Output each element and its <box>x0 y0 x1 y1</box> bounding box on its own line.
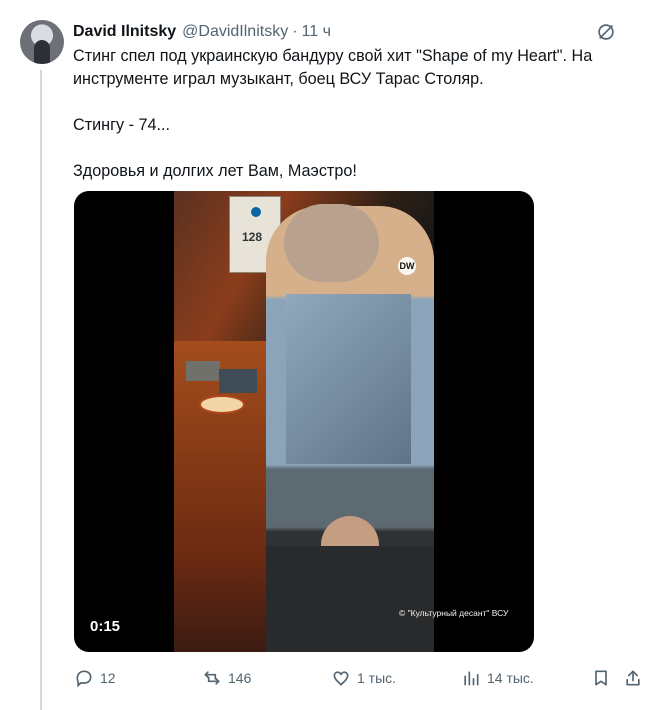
video-frame: 128 DW © "Культурный десант" ВСУ <box>174 191 508 652</box>
video-duration: 0:15 <box>90 618 121 635</box>
tweet-text: Стинг спел под украинскую бандуру свой х… <box>73 47 593 180</box>
author-handle[interactable]: @DavidIlnitsky <box>182 23 288 41</box>
views-count: 14 тыс. <box>487 670 534 686</box>
video-credit: © "Культурный десант" ВСУ <box>399 608 509 618</box>
grok-icon[interactable] <box>595 21 617 43</box>
denim-jacket <box>286 294 411 464</box>
tweet-time[interactable]: 11 ч <box>302 23 331 41</box>
box <box>219 369 257 393</box>
share-button[interactable] <box>623 666 643 690</box>
author-name[interactable]: David Ilnitsky <box>73 23 176 41</box>
like-button[interactable]: 1 тыс. <box>331 666 396 690</box>
bookmark-button[interactable] <box>591 666 611 690</box>
heart-icon <box>333 671 349 686</box>
box <box>186 361 220 381</box>
views-icon <box>464 671 479 686</box>
tweet-header: David Ilnitsky @DavidIlnitsky · 11 ч <box>73 21 635 43</box>
avatar[interactable] <box>20 20 64 64</box>
reply-count: 12 <box>100 670 116 686</box>
separator-dot: · <box>292 23 298 40</box>
bookmark-icon <box>595 670 607 686</box>
poster-number: 128 <box>242 230 263 244</box>
tweet-actions: 12 146 1 тыс. 14 тыс. <box>74 666 645 690</box>
retweet-icon <box>204 671 220 685</box>
views-button[interactable]: 14 тыс. <box>461 666 534 690</box>
poster-emblem <box>251 207 261 217</box>
like-count: 1 тыс. <box>357 670 397 686</box>
retweet-count: 146 <box>228 670 252 686</box>
reply-button[interactable]: 12 <box>74 666 116 690</box>
retweet-button[interactable]: 146 <box>202 666 251 690</box>
thread-line <box>40 70 42 710</box>
video-media[interactable]: 128 DW © "Культурный десант" ВСУ 0:15 <box>74 191 534 652</box>
plate <box>199 395 245 414</box>
dw-watermark: DW <box>398 257 416 275</box>
dark-pants <box>266 546 434 652</box>
reply-icon <box>76 670 92 688</box>
share-icon <box>626 670 640 686</box>
